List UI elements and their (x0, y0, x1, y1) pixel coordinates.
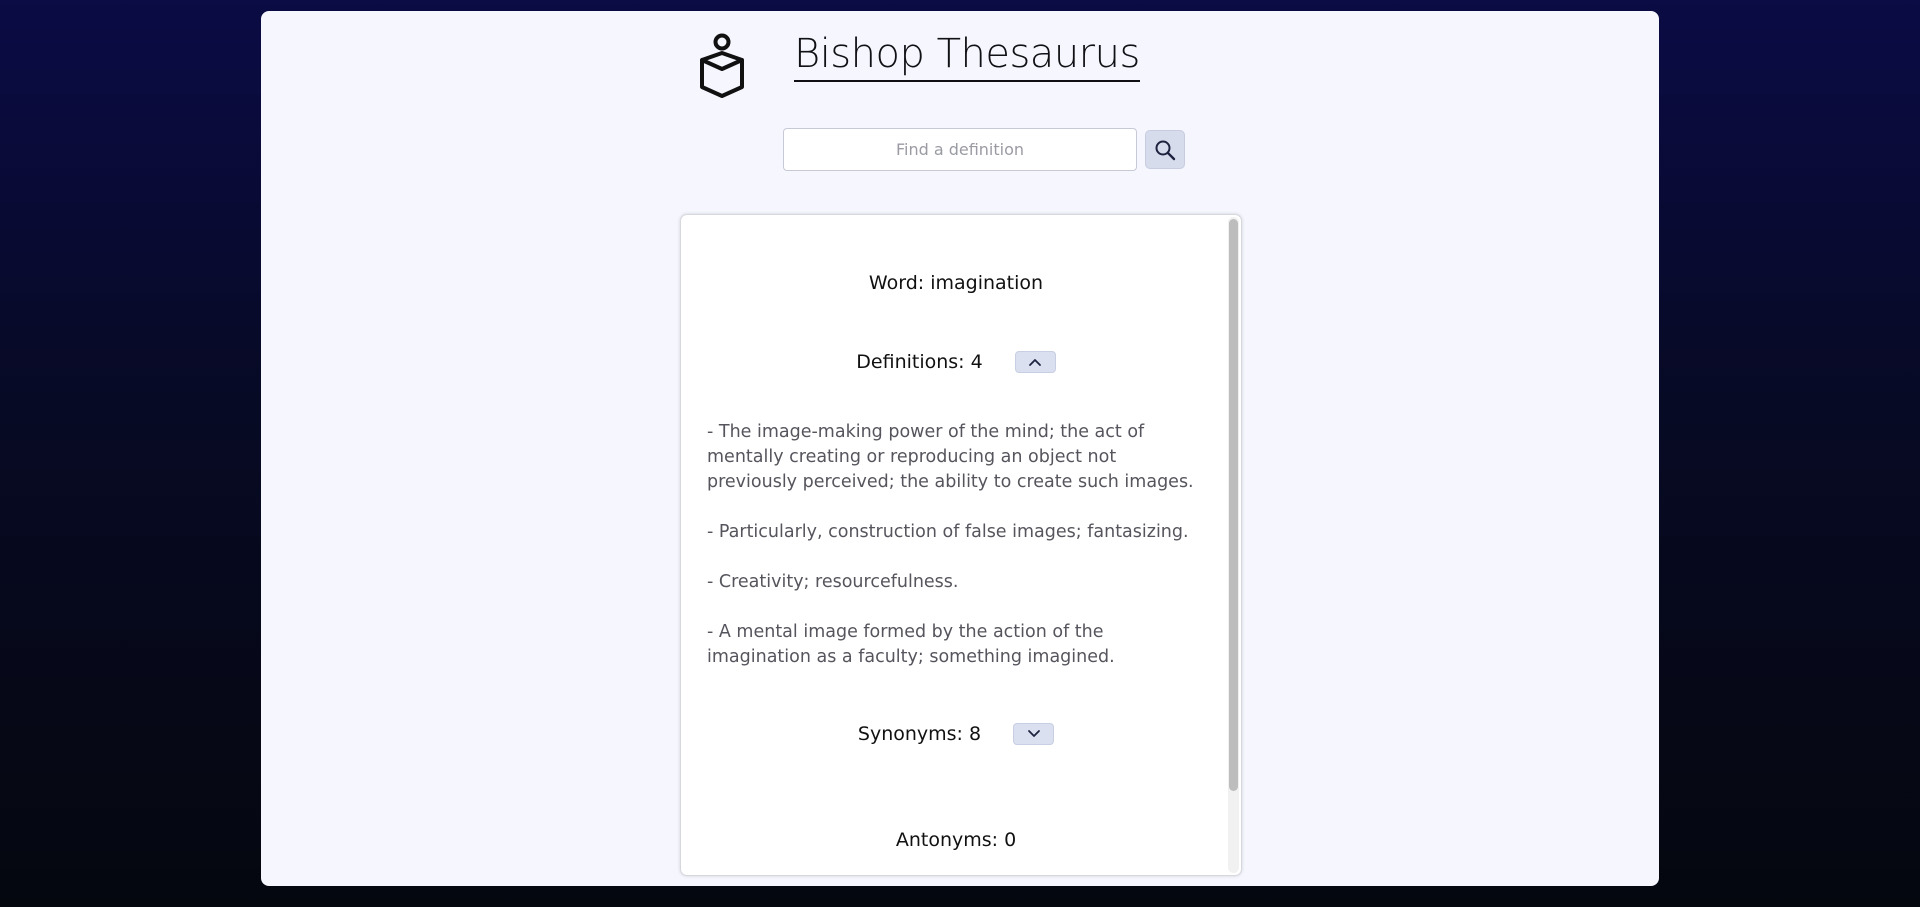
search-button[interactable] (1145, 130, 1185, 169)
definitions-header: Definitions: 4 (681, 349, 1231, 375)
synonyms-toggle-button[interactable] (1013, 723, 1055, 745)
app-panel: Bishop Thesaurus Word: imagination Defin… (261, 11, 1659, 886)
definition-item: - The image-making power of the mind; th… (707, 422, 1194, 492)
definition-item: - Creativity; resourcefulness. (707, 572, 959, 592)
scrollbar-thumb[interactable] (1229, 219, 1238, 791)
definitions-count: Definitions: 4 (856, 351, 983, 373)
synonyms-header: Synonyms: 8 (681, 721, 1231, 747)
antonyms-count: Antonyms: 0 (895, 829, 1017, 851)
result-card: Word: imagination Definitions: 4 - The i… (680, 214, 1242, 876)
word-heading: Word: imagination (868, 272, 1044, 294)
search-input[interactable] (783, 128, 1137, 171)
definitions-toggle-button[interactable] (1014, 351, 1056, 373)
definitions-list: - The image-making power of the mind; th… (707, 420, 1207, 695)
chevron-up-icon (1029, 359, 1042, 366)
definition-item: - A mental image formed by the action of… (707, 622, 1115, 667)
chevron-down-icon (1027, 730, 1040, 737)
search-icon (1155, 140, 1176, 160)
reading-person-icon (692, 29, 752, 99)
definition-item: - Particularly, construction of false im… (707, 522, 1189, 542)
scrollbar[interactable] (1228, 217, 1239, 873)
synonyms-count: Synonyms: 8 (857, 723, 982, 745)
app-title: Bishop Thesaurus (794, 31, 1140, 82)
